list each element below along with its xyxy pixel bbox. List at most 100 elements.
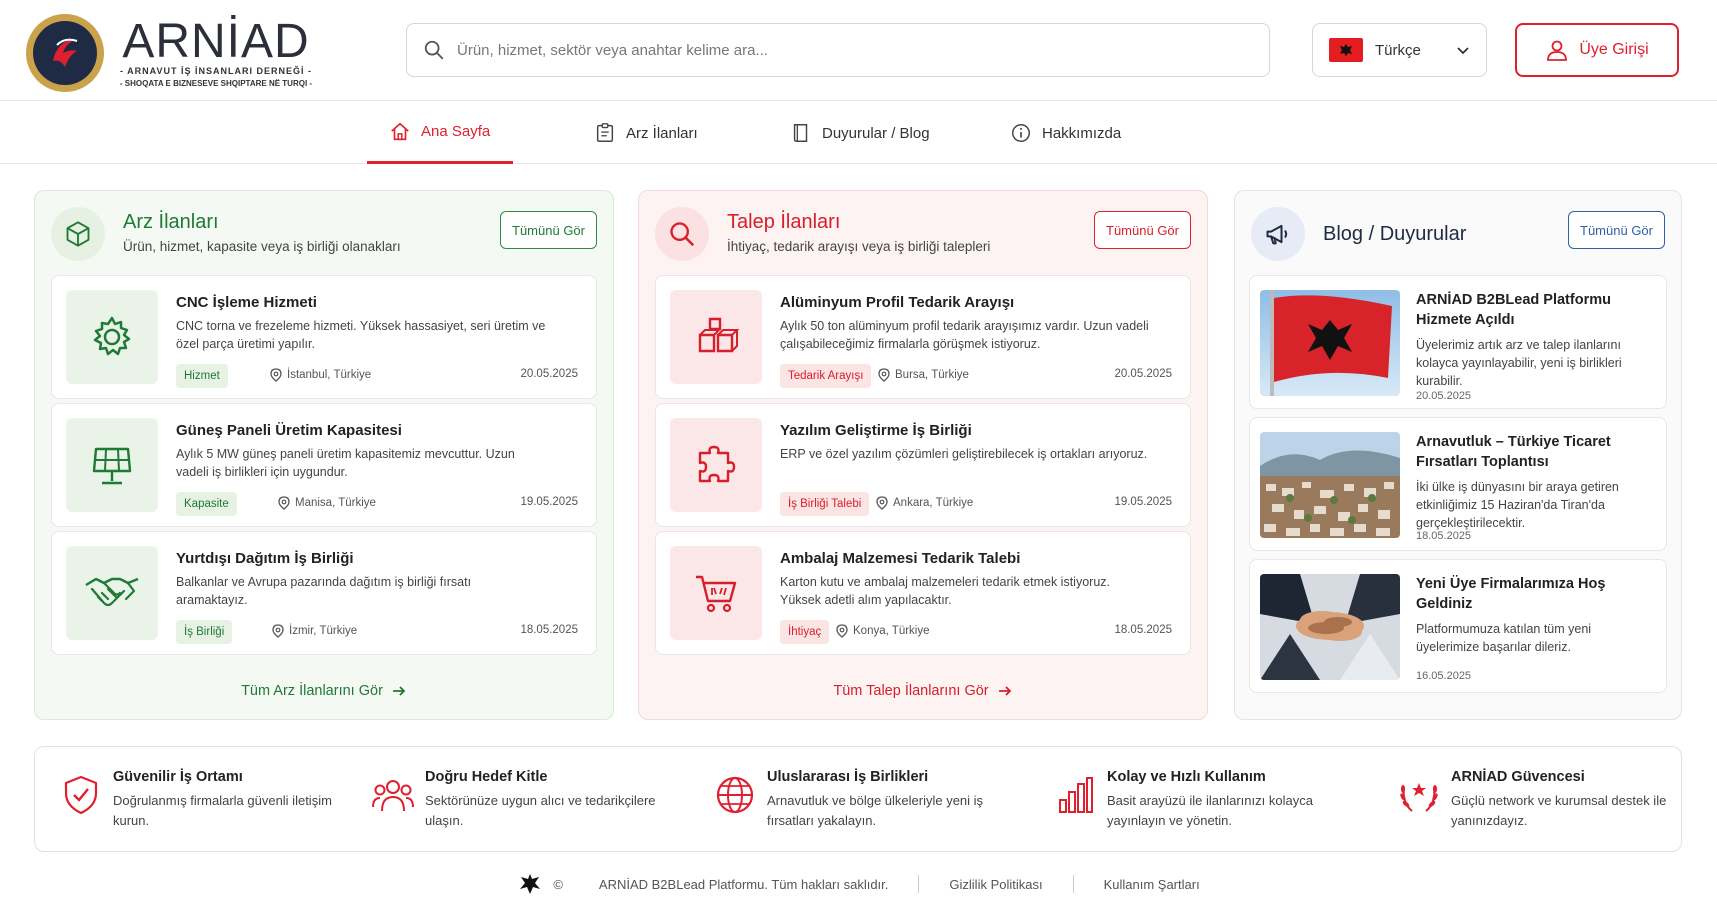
offer-location: Manisa, Türkiye	[278, 496, 376, 510]
arrow-right-icon	[392, 686, 406, 696]
search-input[interactable]	[457, 41, 1217, 59]
users-icon	[371, 773, 415, 817]
request-card[interactable]: Yazılım Geliştirme İş Birliği ERP ve öze…	[655, 403, 1191, 527]
footer: © ARNİAD B2BLead Platformu. Tüm hakları …	[0, 868, 1717, 900]
cart-icon	[670, 546, 762, 640]
shield-check-icon	[59, 773, 103, 817]
request-description: Aylık 50 ton alüminyum profil tedarik ar…	[780, 319, 1149, 351]
albanian-eagle-icon	[520, 874, 541, 894]
request-description: ERP ve özel yazılım çözümleri geliştireb…	[780, 447, 1148, 461]
search-box[interactable]	[406, 23, 1270, 77]
request-description: Karton kutu ve ambalaj malzemeleri tedar…	[780, 575, 1110, 607]
request-title: Alüminyum Profil Tedarik Arayışı	[780, 294, 1015, 311]
solar-panel-icon	[66, 418, 158, 512]
offer-description: CNC torna ve frezeleme hizmeti. Yüksek h…	[176, 319, 546, 351]
boxes-icon	[670, 290, 762, 384]
search-icon	[424, 40, 444, 60]
request-tag: İhtiyaç	[780, 620, 830, 644]
terms-link[interactable]: Kullanım Şartları	[1104, 877, 1200, 892]
copyright-symbol: ©	[553, 876, 563, 892]
user-icon	[1547, 40, 1568, 61]
request-tag: Tedarik Arayışı	[780, 364, 872, 388]
offers-see-all-button[interactable]: Tümünü Gör	[500, 211, 597, 249]
features-strip: Güvenilir İş Ortamı Doğrulanmış firmalar…	[34, 746, 1682, 852]
blog-post-description: Platformumuza katılan tüm yeni üyelerimi…	[1416, 622, 1592, 654]
all-offers-link[interactable]: Tüm Arz İlanlarını Gör	[35, 683, 613, 699]
offer-tag: Hizmet	[176, 364, 228, 388]
blog-see-all-button[interactable]: Tümünü Gör	[1568, 211, 1665, 249]
albania-flag-icon	[1329, 38, 1363, 62]
brand-subtitle-tr: - ARNAVUT İŞ İNSANLARI DERNEĞİ -	[119, 65, 312, 76]
clipboard-icon	[596, 123, 614, 142]
blog-post-title: ARNİAD B2BLead Platformu Hizmete Açıldı	[1416, 292, 1611, 328]
nav-offers[interactable]: Arz İlanları	[594, 102, 698, 164]
login-button[interactable]: Üye Girişi	[1515, 23, 1679, 77]
search-icon	[655, 207, 709, 261]
offers-subtitle: Ürün, hizmet, kapasite veya iş birliği o…	[123, 239, 401, 254]
request-card[interactable]: Alüminyum Profil Tedarik Arayışı Aylık 5…	[655, 275, 1191, 399]
location-pin-icon	[272, 624, 284, 638]
brand-subtitle-sq: - SHOQATA E BIZNESEVE SHQIPTARE NË TURQI…	[119, 78, 313, 88]
login-label: Üye Girişi	[1579, 41, 1649, 58]
blog-post-description: İki ülke iş dünyasını bir araya getiren …	[1416, 480, 1619, 530]
blog-panel: Blog / Duyurular Tümünü Gör ARNİAD B2BLe…	[1234, 190, 1682, 720]
offer-tag: Kapasite	[176, 492, 237, 516]
request-location: Bursa, Türkiye	[878, 368, 969, 382]
location-pin-icon	[270, 368, 282, 382]
logo-emblem	[26, 14, 104, 92]
request-location: Konya, Türkiye	[836, 624, 930, 638]
box-icon	[51, 207, 105, 261]
request-title: Yazılım Geliştirme İş Birliği	[780, 422, 972, 439]
book-icon	[793, 124, 808, 142]
request-location: Ankara, Türkiye	[876, 496, 973, 510]
header: ARNİAD - ARNAVUT İŞ İNSANLARI DERNEĞİ - …	[0, 0, 1717, 101]
offer-description: Balkanlar ve Avrupa pazarında dağıtım iş…	[176, 575, 472, 607]
megaphone-icon	[1251, 207, 1305, 261]
blog-card[interactable]: Yeni Üye Firmalarımıza Hoş Geldiniz Plat…	[1249, 559, 1667, 693]
blog-card[interactable]: Arnavutluk – Türkiye Ticaret Fırsatları …	[1249, 417, 1667, 551]
nav-blog[interactable]: Duyurular / Blog	[790, 102, 930, 164]
blog-title: Blog / Duyurular	[1323, 223, 1467, 245]
all-requests-link[interactable]: Tüm Talep İlanlarını Gör	[639, 683, 1207, 699]
request-date: 20.05.2025	[1114, 368, 1172, 380]
blog-card[interactable]: ARNİAD B2BLead Platformu Hizmete Açıldı …	[1249, 275, 1667, 409]
blog-post-description: Üyelerimiz artık arz ve talep ilanlarını…	[1416, 338, 1622, 388]
offer-location: İzmir, Türkiye	[272, 624, 357, 638]
nav-about[interactable]: Hakkımızda	[1010, 102, 1121, 164]
offer-date: 20.05.2025	[520, 368, 578, 380]
logo[interactable]: ARNİAD - ARNAVUT İŞ İNSANLARI DERNEĞİ - …	[26, 14, 322, 92]
location-pin-icon	[278, 496, 290, 510]
globe-icon	[713, 773, 757, 817]
offer-title: CNC İşleme Hizmeti	[176, 294, 317, 311]
offer-card[interactable]: Yurtdışı Dağıtım İş Birliği Balkanlar ve…	[51, 531, 597, 655]
handshake-icon	[66, 546, 158, 640]
language-select[interactable]: Türkçe	[1312, 23, 1487, 77]
requests-see-all-button[interactable]: Tümünü Gör	[1094, 211, 1191, 249]
bar-chart-icon	[1053, 773, 1097, 817]
blog-post-title: Yeni Üye Firmalarımıza Hoş Geldiniz	[1416, 576, 1606, 612]
blog-post-date: 18.05.2025	[1416, 530, 1472, 542]
nav-home[interactable]: Ana Sayfa	[367, 102, 513, 164]
request-card[interactable]: Ambalaj Malzemesi Tedarik Talebi Karton …	[655, 531, 1191, 655]
laurel-icon	[1397, 773, 1441, 817]
location-pin-icon	[836, 624, 848, 638]
offer-card[interactable]: Güneş Paneli Üretim Kapasitesi Aylık 5 M…	[51, 403, 597, 527]
request-tag: İş Birliği Talebi	[780, 492, 870, 516]
gear-icon	[66, 290, 158, 384]
offers-title: Arz İlanları	[123, 211, 219, 233]
city-image	[1260, 432, 1400, 538]
request-title: Ambalaj Malzemesi Tedarik Talebi	[780, 550, 1021, 567]
offer-title: Güneş Paneli Üretim Kapasitesi	[176, 422, 402, 439]
offer-card[interactable]: CNC İşleme Hizmeti CNC torna ve frezelem…	[51, 275, 597, 399]
arrow-right-icon	[998, 686, 1011, 696]
offer-tag: İş Birliği	[176, 620, 233, 644]
logo-mark-icon	[53, 38, 78, 67]
location-pin-icon	[876, 496, 888, 510]
location-pin-icon	[878, 368, 890, 382]
albania-flag-image	[1260, 290, 1400, 396]
language-label: Türkçe	[1375, 41, 1421, 59]
brand-name: ARNİAD	[122, 14, 310, 68]
offers-panel: Arz İlanları Ürün, hizmet, kapasite veya…	[34, 190, 614, 720]
chevron-down-icon	[1457, 47, 1469, 55]
privacy-link[interactable]: Gizlilik Politikası	[949, 877, 1042, 892]
